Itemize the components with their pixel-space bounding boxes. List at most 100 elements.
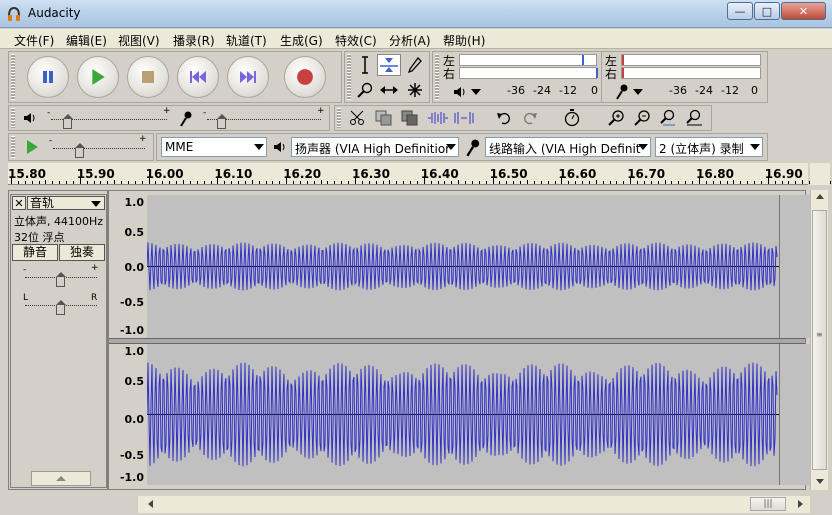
zoom-out-button[interactable] [629, 107, 655, 129]
chevron-down-icon[interactable] [471, 89, 481, 95]
track-control-panel: ✕ 音轨 立体声, 44100Hz 32位 浮点 静音 独奏 - + L R [10, 194, 107, 488]
toolbar-grip[interactable] [435, 54, 439, 100]
paste-button[interactable] [397, 107, 423, 129]
ruler-tick [52, 181, 54, 184]
playback-speed-thumb[interactable] [75, 143, 85, 158]
ruler-tick [299, 181, 301, 184]
gain-thumb[interactable] [56, 272, 66, 287]
menu-analyze[interactable]: 分析(A) [389, 32, 431, 49]
microphone-icon [616, 84, 628, 100]
trim-button[interactable] [425, 107, 451, 129]
horizontal-scrollbar[interactable]: ||| [138, 496, 810, 513]
ruler-tick [134, 181, 136, 184]
ruler-tick [244, 181, 246, 184]
minimize-button[interactable]: — [727, 2, 753, 20]
chevron-down-icon[interactable] [816, 479, 824, 484]
waveform-empty-region[interactable] [779, 344, 813, 485]
chevron-left-icon[interactable] [148, 500, 153, 508]
menu-transport[interactable]: 播录(R) [173, 32, 215, 49]
draw-tool-button[interactable] [403, 54, 427, 76]
timeshift-tool-button[interactable] [377, 79, 401, 101]
play-button[interactable] [77, 56, 119, 98]
zoom-tool-button[interactable] [353, 79, 377, 101]
undo-button[interactable] [491, 107, 517, 129]
timeline-ruler[interactable]: 15.80 15.90 16.00 16.10 16.20 16.30 16.40 16.50… [8, 163, 831, 185]
chevron-right-icon[interactable] [798, 500, 803, 508]
ruler-label: 16.30 [352, 167, 390, 181]
ruler-tick [554, 181, 556, 184]
menu-generate[interactable]: 生成(G) [280, 32, 323, 49]
audio-host-select[interactable]: MME [161, 137, 267, 157]
record-button[interactable] [284, 56, 326, 98]
stop-button[interactable] [127, 56, 169, 98]
waveform-right-channel[interactable] [147, 344, 779, 485]
ruler-tick [423, 178, 425, 184]
scale-label: -1.0 [119, 324, 144, 337]
solo-button[interactable]: 独奏 [59, 244, 105, 261]
ruler-tick [595, 180, 597, 184]
menu-effect[interactable]: 特效(C) [335, 32, 377, 49]
transcription-toolbar: - + [8, 133, 154, 161]
output-device-select[interactable]: 扬声器 (VIA High Definitior [291, 137, 459, 157]
fit-project-button[interactable] [681, 107, 707, 129]
horizontal-scroll-thumb[interactable]: ||| [750, 497, 786, 511]
toolbar-grip[interactable] [337, 108, 341, 128]
ruler-tick [59, 181, 61, 184]
multi-tool-button[interactable] [403, 79, 427, 101]
mute-button[interactable]: 静音 [12, 244, 58, 261]
speaker-icon [274, 142, 285, 152]
toolbar-grip[interactable] [11, 136, 15, 158]
waveform-empty-region[interactable] [779, 195, 813, 338]
playback-meter-button[interactable] [447, 81, 473, 103]
toolbar-grip[interactable] [347, 54, 351, 100]
window-title: Audacity [28, 6, 81, 20]
ruler-tick [575, 181, 577, 184]
waveform-left-channel[interactable] [147, 195, 779, 338]
record-meter-button[interactable] [609, 81, 635, 103]
chevron-down-icon[interactable] [633, 89, 643, 95]
menu-edit[interactable]: 编辑(E) [66, 32, 107, 49]
menu-tracks[interactable]: 轨道(T) [226, 32, 267, 49]
playback-speed-slider[interactable] [53, 148, 145, 149]
chevron-up-icon[interactable] [816, 194, 824, 199]
ruler-tick [465, 181, 467, 184]
zoom-in-button[interactable] [603, 107, 629, 129]
skip-to-start-button[interactable] [177, 56, 219, 98]
track-menu-button[interactable]: 音轨 [27, 196, 105, 210]
skip-to-end-button[interactable] [227, 56, 269, 98]
vertical-scroll-thumb[interactable]: ≡ [812, 210, 827, 470]
pause-button[interactable] [27, 56, 69, 98]
copy-button[interactable] [371, 107, 397, 129]
selection-tool-button[interactable] [353, 54, 377, 76]
collapse-track-button[interactable] [31, 471, 91, 486]
toolbar-grip[interactable] [11, 54, 15, 100]
vertical-scale-bottom: 1.0 0.5 0.0 -0.5 -1.0 [117, 343, 147, 489]
ruler-tick [162, 181, 164, 184]
ruler-corner [810, 163, 830, 185]
envelope-tool-button[interactable] [377, 54, 401, 76]
output-volume-thumb[interactable] [63, 114, 73, 129]
input-device-value: 线路输入 (VIA High Definit [489, 142, 641, 156]
menu-view[interactable]: 视图(V) [118, 32, 160, 49]
pan-thumb[interactable] [56, 300, 66, 315]
input-device-select[interactable]: 线路输入 (VIA High Definit [485, 137, 651, 157]
input-channels-select[interactable]: 2 (立体声) 录制 [655, 137, 763, 157]
toolbar-grip[interactable] [11, 108, 15, 128]
audacity-logo-icon [8, 6, 20, 21]
cut-button[interactable] [345, 107, 371, 129]
close-button[interactable]: ✕ [781, 2, 826, 20]
menu-file[interactable]: 文件(F) [14, 32, 54, 49]
silence-button[interactable] [451, 107, 477, 129]
ruler-tick [265, 181, 267, 184]
redo-button[interactable] [517, 107, 543, 129]
maximize-button[interactable]: □ [754, 2, 780, 20]
menu-help[interactable]: 帮助(H) [443, 32, 485, 49]
ruler-tick [258, 181, 260, 184]
close-track-button[interactable]: ✕ [12, 196, 26, 210]
record-meter-right [621, 67, 761, 79]
sync-lock-button[interactable] [559, 107, 585, 129]
vertical-scrollbar[interactable]: ≡ [810, 190, 828, 490]
fit-selection-button[interactable] [655, 107, 681, 129]
input-volume-thumb[interactable] [217, 114, 227, 129]
play-at-speed-button[interactable] [19, 136, 45, 158]
